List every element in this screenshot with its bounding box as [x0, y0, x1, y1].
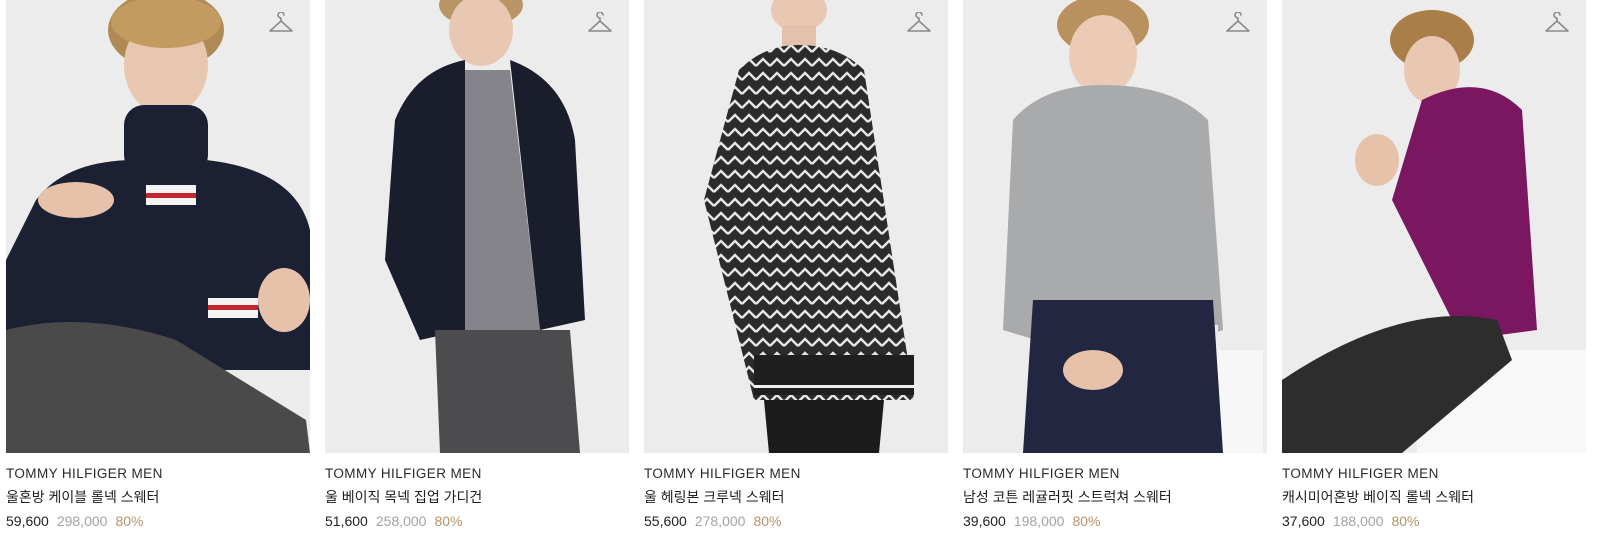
product-photo-model	[325, 0, 629, 453]
sale-price: 59,600	[6, 513, 49, 529]
product-brand[interactable]: TOMMY HILFIGER MEN	[963, 466, 1267, 481]
product-image[interactable]	[644, 0, 948, 453]
sale-price: 37,600	[1282, 513, 1325, 529]
product-grid: TOMMY HILFIGER MEN 울혼방 케이블 롤넥 스웨터 59,600…	[0, 0, 1605, 538]
product-card[interactable]: TOMMY HILFIGER MEN 울 베이직 목넥 집업 가디건 51,60…	[325, 0, 629, 529]
original-price: 188,000	[1332, 513, 1384, 529]
hanger-icon[interactable]	[906, 12, 932, 36]
original-price: 298,000	[56, 513, 108, 529]
product-photo-model	[644, 0, 948, 453]
product-prices: 51,600 258,000 80%	[325, 513, 629, 529]
product-card[interactable]: TOMMY HILFIGER MEN 캐시미어혼방 베이직 롤넥 스웨터 37,…	[1282, 0, 1586, 529]
product-card[interactable]: TOMMY HILFIGER MEN 울 헤링본 크루넥 스웨터 55,600 2…	[644, 0, 948, 529]
product-brand[interactable]: TOMMY HILFIGER MEN	[644, 466, 948, 481]
product-photo-model	[963, 0, 1267, 453]
product-image[interactable]	[963, 0, 1267, 453]
product-card[interactable]: TOMMY HILFIGER MEN 울혼방 케이블 롤넥 스웨터 59,600…	[6, 0, 310, 529]
hanger-icon[interactable]	[268, 12, 294, 36]
discount-rate: 80%	[1072, 513, 1101, 529]
hanger-icon[interactable]	[1544, 12, 1570, 36]
discount-rate: 80%	[434, 513, 463, 529]
sale-price: 55,600	[644, 513, 687, 529]
discount-rate: 80%	[1391, 513, 1420, 529]
sale-price: 39,600	[963, 513, 1006, 529]
product-image[interactable]	[1282, 0, 1586, 453]
hanger-icon[interactable]	[587, 12, 613, 36]
hanger-icon[interactable]	[1225, 12, 1251, 36]
product-name[interactable]: 울혼방 케이블 롤넥 스웨터	[6, 487, 310, 507]
product-prices: 37,600 188,000 80%	[1282, 513, 1586, 529]
product-card[interactable]: TOMMY HILFIGER MEN 남성 코튼 레귤러핏 스트럭쳐 스웨터 3…	[963, 0, 1267, 529]
product-image[interactable]	[6, 0, 310, 453]
product-image[interactable]	[325, 0, 629, 453]
product-brand[interactable]: TOMMY HILFIGER MEN	[1282, 466, 1586, 481]
discount-rate: 80%	[753, 513, 782, 529]
sale-price: 51,600	[325, 513, 368, 529]
product-prices: 39,600 198,000 80%	[963, 513, 1267, 529]
product-name[interactable]: 울 베이직 목넥 집업 가디건	[325, 487, 629, 507]
original-price: 278,000	[694, 513, 746, 529]
original-price: 258,000	[375, 513, 427, 529]
product-name[interactable]: 남성 코튼 레귤러핏 스트럭쳐 스웨터	[963, 487, 1267, 507]
product-name[interactable]: 캐시미어혼방 베이직 롤넥 스웨터	[1282, 487, 1586, 507]
product-prices: 55,600 278,000 80%	[644, 513, 948, 529]
original-price: 198,000	[1013, 513, 1065, 529]
discount-rate: 80%	[115, 513, 144, 529]
product-prices: 59,600 298,000 80%	[6, 513, 310, 529]
product-name[interactable]: 울 헤링본 크루넥 스웨터	[644, 487, 948, 507]
product-brand[interactable]: TOMMY HILFIGER MEN	[6, 466, 310, 481]
product-photo-model	[6, 0, 310, 453]
product-brand[interactable]: TOMMY HILFIGER MEN	[325, 466, 629, 481]
product-photo-model	[1282, 0, 1586, 453]
